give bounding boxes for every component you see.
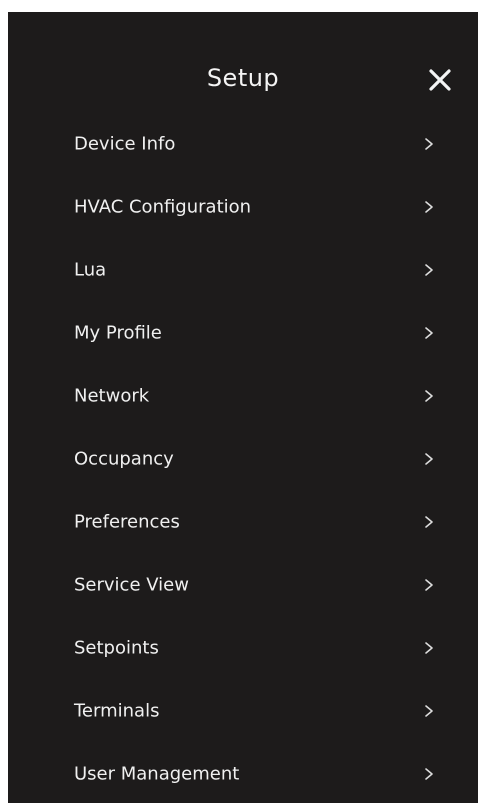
menu-item-user-management[interactable]: User Management [8,742,478,805]
chevron-right-icon [424,389,434,403]
menu-item-network[interactable]: Network [8,364,478,427]
close-button[interactable] [428,68,452,92]
menu-item-label: Service View [74,574,189,595]
chevron-right-icon [424,515,434,529]
menu-item-label: Preferences [74,511,180,532]
menu-item-my-profile[interactable]: My Profile [8,301,478,364]
menu-item-service-view[interactable]: Service View [8,553,478,616]
menu-item-label: Device Info [74,133,176,154]
menu-item-lua[interactable]: Lua [8,238,478,301]
menu-item-label: Network [74,385,150,406]
menu-item-label: My Profile [74,322,162,343]
setup-panel: Setup Device Info HVAC Configuration Lua… [8,12,478,803]
close-icon [429,69,451,91]
chevron-right-icon [424,641,434,655]
chevron-right-icon [424,200,434,214]
menu-item-hvac-configuration[interactable]: HVAC Configuration [8,175,478,238]
chevron-right-icon [424,263,434,277]
chevron-right-icon [424,452,434,466]
chevron-right-icon [424,578,434,592]
menu-item-preferences[interactable]: Preferences [8,490,478,553]
page-title: Setup [206,64,280,92]
menu-item-label: Setpoints [74,637,159,658]
menu-item-setpoints[interactable]: Setpoints [8,616,478,679]
menu-item-terminals[interactable]: Terminals [8,679,478,742]
setup-menu: Device Info HVAC Configuration Lua My Pr… [8,112,478,805]
menu-item-label: HVAC Configuration [74,196,252,217]
menu-item-label: User Management [74,763,240,784]
chevron-right-icon [424,767,434,781]
menu-item-label: Lua [74,259,107,280]
menu-item-occupancy[interactable]: Occupancy [8,427,478,490]
menu-item-label: Terminals [74,700,160,721]
menu-item-label: Occupancy [74,448,174,469]
chevron-right-icon [424,704,434,718]
chevron-right-icon [424,137,434,151]
menu-item-device-info[interactable]: Device Info [8,112,478,175]
chevron-right-icon [424,326,434,340]
